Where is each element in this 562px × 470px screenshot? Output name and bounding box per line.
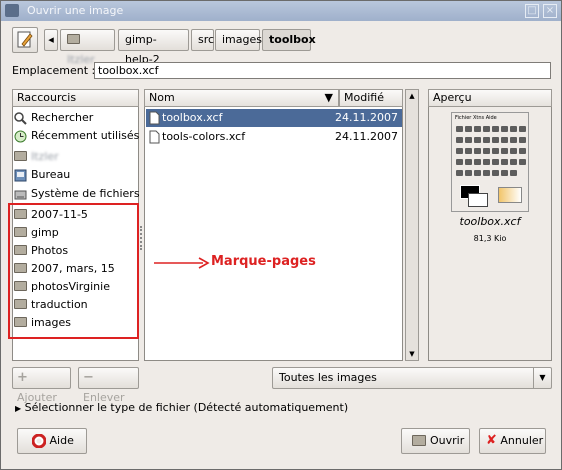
place-desktop[interactable]: Bureau: [14, 166, 70, 184]
search-icon: [14, 111, 27, 125]
path-button-toolbox[interactable]: toolbox: [262, 29, 316, 51]
cancel-label: Annuler: [500, 434, 544, 447]
home-folder-icon: [14, 151, 27, 161]
help-label: Aide: [49, 434, 74, 447]
file-row[interactable]: tools-colors.xcf 24.11.2007: [146, 128, 402, 146]
scroll-up-icon[interactable]: ▲: [406, 90, 418, 102]
plus-icon: +: [17, 370, 28, 385]
file-type-label: Sélectionner le type de fichier (Détecté…: [24, 401, 349, 414]
place-recent-label: Récemment utilisés: [31, 129, 140, 142]
file-name: tools-colors.xcf: [162, 130, 246, 143]
home-folder-icon: [67, 34, 80, 44]
preview-filename: toolbox.xcf: [459, 215, 521, 228]
open-folder-icon: [412, 434, 426, 446]
maximize-icon[interactable]: □: [525, 4, 539, 18]
places-header[interactable]: Raccourcis: [12, 89, 139, 107]
gimp-icon: [5, 4, 19, 17]
open-label: Ouvrir: [430, 434, 465, 447]
location-label: Emplacement :: [12, 64, 96, 77]
cancel-icon: ✘: [486, 433, 497, 448]
annotation-arrow: [154, 257, 210, 269]
desktop-icon: [14, 169, 27, 181]
bookmarks-highlight-box: [8, 203, 139, 339]
window-title: Ouvrir une image: [27, 4, 124, 17]
preview-thumbnail: Fichier Xtns Aide: [451, 112, 529, 212]
thumbnail-bg-color: [468, 193, 488, 207]
preview-filesize: 81,3 Kio: [473, 234, 507, 243]
thumbnail-menu: Fichier Xtns Aide: [452, 113, 528, 123]
path-button-src[interactable]: src: [191, 29, 214, 51]
dropdown-arrow-icon: ▼: [533, 368, 551, 388]
path-home-button[interactable]: Itzler: [60, 29, 115, 66]
file-name: toolbox.xcf: [162, 111, 223, 124]
place-desktop-label: Bureau: [31, 168, 71, 181]
open-image-dialog: Ouvrir une image □ × ◂ Itzler gimp-help-…: [0, 0, 562, 470]
lifebuoy-icon: [31, 433, 47, 449]
cancel-button[interactable]: ✘ Annuler: [479, 428, 546, 454]
place-home[interactable]: Itzler: [14, 148, 59, 166]
place-search[interactable]: Rechercher: [14, 109, 93, 127]
help-button[interactable]: Aide: [17, 428, 87, 454]
file-filter-combo[interactable]: Toutes les images ▼: [272, 367, 552, 389]
column-name-header[interactable]: Nom ▼: [144, 89, 339, 107]
pane-resize-handle[interactable]: [140, 226, 143, 250]
clock-icon: [14, 130, 27, 142]
file-icon: [149, 130, 160, 144]
minus-icon: −: [83, 370, 94, 385]
thumbnail-menu-item: Fichier: [455, 115, 472, 121]
drive-icon: [14, 190, 27, 199]
type-location-button[interactable]: [12, 27, 38, 53]
add-bookmark-button[interactable]: + Ajouter: [12, 367, 71, 404]
file-icon: [149, 111, 160, 125]
file-date: 24.11.2007: [335, 130, 398, 143]
path-back-button[interactable]: ◂: [44, 29, 58, 51]
file-type-expander[interactable]: ▶ Sélectionner le type de fichier (Détec…: [15, 401, 348, 414]
edit-icon: [17, 31, 33, 48]
path-button-gimp-help-2[interactable]: gimp-help-2: [118, 29, 189, 66]
location-input[interactable]: toolbox.xcf: [94, 62, 551, 79]
preview-header: Aperçu: [428, 89, 552, 107]
place-filesystem[interactable]: Système de fichiers: [14, 185, 140, 203]
file-row-selected[interactable]: toolbox.xcf 24.11.2007: [146, 109, 402, 127]
file-filter-value: Toutes les images: [279, 371, 377, 384]
place-home-label: Itzler: [31, 150, 59, 163]
open-button[interactable]: Ouvrir: [401, 428, 470, 454]
close-icon[interactable]: ×: [543, 4, 557, 18]
thumbnail-gradient: [498, 187, 522, 203]
thumbnail-menu-item: Aide: [485, 115, 497, 121]
annotation-label: Marque-pages: [211, 254, 316, 269]
files-scrollbar[interactable]: ▲ ▼: [405, 89, 419, 361]
title-bar: Ouvrir une image □ ×: [1, 1, 561, 21]
column-modified-header[interactable]: Modifié: [339, 89, 403, 107]
sort-down-icon: ▼: [324, 91, 333, 104]
place-search-label: Rechercher: [31, 111, 94, 124]
path-button-images[interactable]: images: [215, 29, 262, 51]
file-date: 24.11.2007: [335, 111, 398, 124]
scroll-down-icon[interactable]: ▼: [406, 348, 418, 360]
place-filesystem-label: Système de fichiers: [31, 187, 140, 200]
thumbnail-menu-item: Xtns: [472, 115, 485, 121]
column-name-label: Nom: [149, 91, 175, 104]
remove-bookmark-button[interactable]: − Enlever: [78, 367, 139, 404]
expander-arrow-icon: ▶: [15, 404, 22, 413]
place-recent[interactable]: Récemment utilisés: [14, 127, 139, 145]
